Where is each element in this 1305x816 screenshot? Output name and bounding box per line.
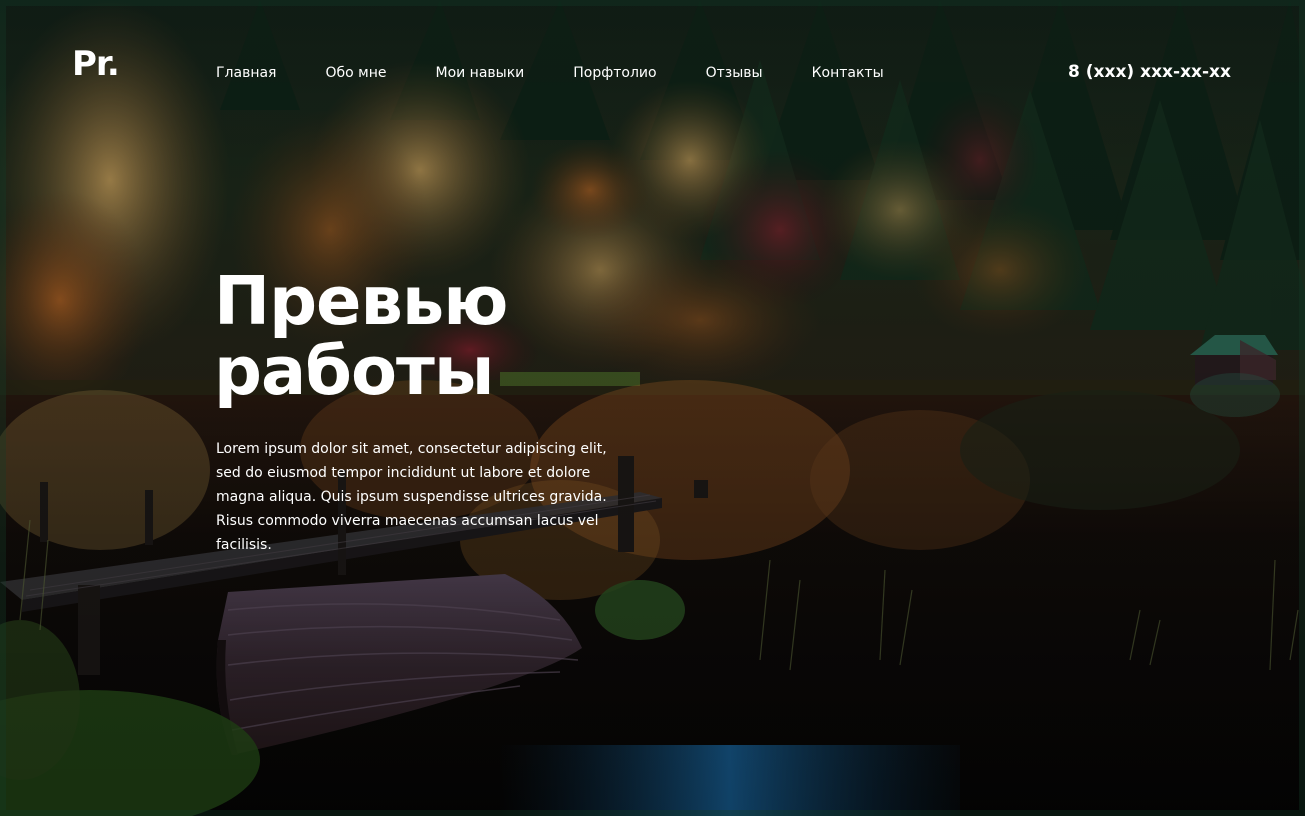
hero-title: Превью работы	[214, 266, 774, 406]
phone-link[interactable]: 8 (xxx) xxx-xx-xx	[1068, 60, 1231, 84]
nav-item-reviews[interactable]: Отзывы	[706, 62, 763, 84]
nav-item-about[interactable]: Обо мне	[325, 62, 386, 84]
nav-item-portfolio[interactable]: Порфтолио	[573, 62, 656, 84]
hero-section: Pr. Главная Обо мне Мои навыки Порфтолио…	[0, 0, 1305, 816]
hero-title-line1: Превью	[214, 262, 508, 340]
logo[interactable]: Pr.	[72, 44, 120, 84]
hero-title-line2: работы	[214, 332, 494, 410]
hero-description: Lorem ipsum dolor sit amet, consectetur …	[216, 441, 607, 553]
nav-item-home[interactable]: Главная	[216, 62, 276, 84]
background-photo	[0, 0, 1305, 816]
nav-item-skills[interactable]: Мои навыки	[435, 62, 524, 84]
main-nav: Главная Обо мне Мои навыки Порфтолио Отз…	[216, 62, 884, 84]
nav-item-contacts[interactable]: Контакты	[812, 62, 884, 84]
